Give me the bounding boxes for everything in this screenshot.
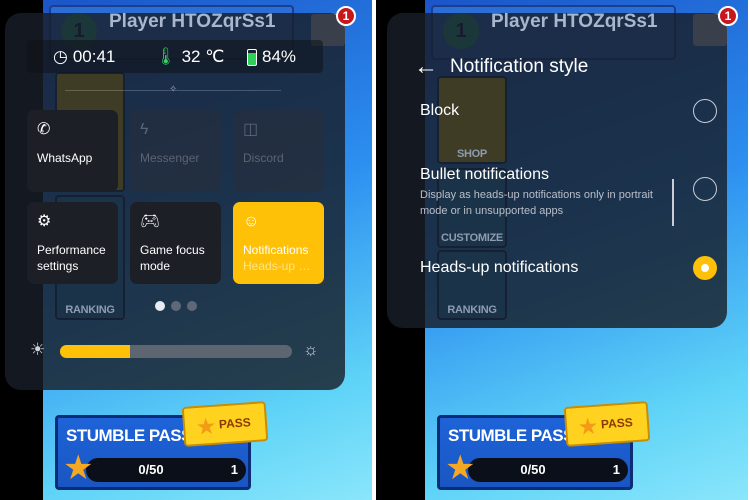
tile-label: RANKING <box>65 304 115 316</box>
option-description: Display as heads-up notifications only i… <box>420 189 653 217</box>
time-value: 00:41 <box>72 47 116 66</box>
back-arrow-icon[interactable]: ← <box>414 53 438 81</box>
notifications-card[interactable]: ☺ Notifications Heads-up n... <box>233 202 324 284</box>
bullet-notifications-radio[interactable] <box>693 177 717 201</box>
page-indicator <box>155 301 197 311</box>
game-focus-mode-card[interactable]: 🎮︎ Game focus mode <box>130 202 221 284</box>
pass-progress: 0/50 <box>138 462 164 477</box>
pass-ticket[interactable]: ★ PASS <box>563 401 651 447</box>
ticket-label: PASS <box>600 415 634 432</box>
sparkle-icon: ✧ <box>169 84 178 95</box>
pass-title: STUMBLE PASS <box>448 426 574 445</box>
pass-progress-bar: 0/50 1 <box>468 458 628 482</box>
star-icon: ★ <box>196 415 216 439</box>
tile-label: CUSTOMIZE <box>441 232 503 244</box>
player-name: Player HTOZqrSs1 <box>491 11 658 32</box>
card-label: Notifications <box>243 243 309 257</box>
battery-value: 84% <box>262 47 297 66</box>
performance-icon: ⚙ <box>37 213 52 230</box>
time-status: ◷ 00:41 <box>53 47 115 67</box>
battery-status: 84% <box>247 47 296 67</box>
ticket-label: PASS <box>218 415 252 432</box>
notification-badge: 1 <box>718 6 738 26</box>
page-dot[interactable] <box>155 301 165 311</box>
whatsapp-card[interactable]: ✆ WhatsApp <box>27 110 118 192</box>
option-label: Heads-up notifications <box>420 259 579 276</box>
messenger-icon: ϟ <box>140 121 149 138</box>
pass-progress-bar: 0/50 1 <box>86 458 246 482</box>
page-dot[interactable] <box>171 301 181 311</box>
temperature-status: 🌡︎ 32 ℃ <box>155 47 224 67</box>
card-label: Discord <box>243 151 284 165</box>
notification-badge: 1 <box>336 6 356 26</box>
card-label: Performance settings <box>37 243 106 273</box>
card-label: WhatsApp <box>37 151 93 165</box>
card-label: Game focus mode <box>140 243 205 273</box>
player-name: Player HTOZqrSs1 <box>109 11 276 32</box>
heads-up-notifications-radio[interactable] <box>693 256 717 280</box>
page-dot[interactable] <box>187 301 197 311</box>
brightness-low-icon: ☀ <box>30 340 46 359</box>
brightness-slider[interactable] <box>60 345 292 358</box>
thermometer-icon: 🌡︎ <box>155 47 177 66</box>
pass-ticket[interactable]: ★ PASS <box>181 401 269 447</box>
option-heads-up-notifications[interactable]: Heads-up notifications <box>420 259 578 277</box>
star-icon: ★ <box>445 449 476 487</box>
discord-icon: ◫ <box>243 121 259 138</box>
messenger-card[interactable]: ϟ Messenger <box>130 110 221 192</box>
block-radio[interactable] <box>693 99 717 123</box>
divider <box>672 179 674 226</box>
option-bullet-notifications[interactable]: Bullet notifications Display as heads-up … <box>420 166 660 219</box>
star-icon: ★ <box>578 415 598 439</box>
tile-label: RANKING <box>447 304 497 316</box>
star-icon: ★ <box>63 449 94 487</box>
pass-progress: 0/50 <box>520 462 546 477</box>
auto-brightness-icon[interactable]: ☼ <box>303 340 319 360</box>
left-screenshot: 1 Player HTOZqrSs1 1 RANKING STUMBLE PAS… <box>0 0 372 500</box>
pass-level: 1 <box>230 462 238 477</box>
card-sublabel: Heads-up n... <box>243 259 314 273</box>
right-screenshot: 1 Player HTOZqrSs1 1 SHOP CUSTOMIZE RANK… <box>376 0 748 500</box>
pass-title: STUMBLE PASS <box>66 426 192 445</box>
performance-settings-card[interactable]: ⚙ Performance settings <box>27 202 118 284</box>
status-bar: ◷ 00:41 🌡︎ 32 ℃ 84% <box>27 40 323 73</box>
card-label: Messenger <box>140 151 200 165</box>
temperature-value: 32 ℃ <box>181 47 225 66</box>
panel-title: Notification style <box>450 56 589 77</box>
discord-card[interactable]: ◫ Discord <box>233 110 324 192</box>
option-label: Block <box>420 102 460 119</box>
whatsapp-icon: ✆ <box>37 121 51 138</box>
gamepad-icon: 🎮︎ <box>140 213 161 230</box>
game-assistant-panel: ◷ 00:41 🌡︎ 32 ℃ 84% ✧ ✆ WhatsApp ϟ Messenger… <box>5 13 345 390</box>
brightness-fill <box>60 345 130 358</box>
pass-level: 1 <box>612 462 620 477</box>
battery-icon <box>247 48 257 66</box>
option-block[interactable]: Block <box>420 102 459 120</box>
clock-icon: ◷ <box>53 47 68 66</box>
divider: ✧ <box>65 84 281 95</box>
option-label: Bullet notifications <box>420 166 549 183</box>
notification-style-panel: ← Notification style Block Bullet notifi… <box>387 13 727 328</box>
notification-icon: ☺ <box>243 213 260 230</box>
tile-label: SHOP <box>457 148 487 160</box>
